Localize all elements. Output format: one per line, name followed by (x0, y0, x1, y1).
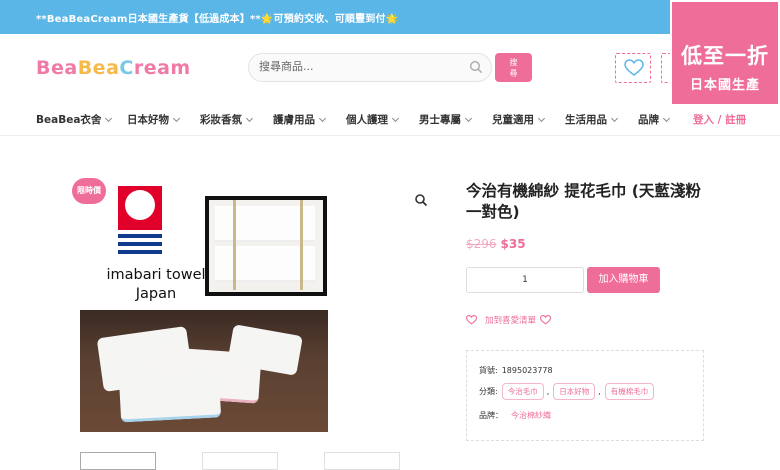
sku-value: 1895023778 (501, 366, 553, 375)
zoom-icon[interactable] (414, 193, 428, 207)
nav-item-beabea[interactable]: BeaBea衣舍 (36, 112, 113, 127)
nav-item-men[interactable]: 男士專屬 (419, 112, 473, 127)
promo-badge: 低至一折 日本國生產 (670, 0, 780, 106)
nav-item-kids[interactable]: 兒童適用 (492, 112, 546, 127)
imabari-logo-square (118, 186, 162, 230)
chevron-down-icon (610, 114, 619, 123)
brand-row: 品牌： 今治棉紗織 (479, 410, 551, 421)
sku-row: 貨號: 1895023778 (479, 366, 553, 375)
nav-item-skincare[interactable]: 護膚用品 (273, 112, 327, 127)
search-button[interactable]: 搜 尋 (495, 53, 532, 82)
thumbnail-3[interactable] (324, 452, 400, 470)
chevron-down-icon (662, 114, 671, 123)
category-row: 分類: 今治毛巾, 日本好物, 有機棉毛巾 (479, 383, 691, 400)
add-to-cart-button[interactable]: 加入購物車 (587, 267, 660, 293)
chevron-down-icon (318, 114, 327, 123)
category-tag[interactable]: 今治毛巾 (501, 383, 544, 400)
heart-icon (624, 59, 644, 76)
thumbnail-2[interactable] (202, 452, 278, 470)
imabari-logo-stripes (118, 234, 162, 258)
nav-item-living[interactable]: 生活用品 (565, 112, 619, 127)
chevron-down-icon (245, 114, 254, 123)
top-announcement-bar: **BeaBeaCream日本國生產貨【低過成本】**🌟可預約交收、可順豐到付🌟… (0, 0, 780, 34)
login-register-link[interactable]: 登入 / 註冊 (693, 112, 746, 127)
heart-icon (540, 315, 552, 325)
sale-badge: 限時價 (72, 178, 106, 204)
quantity-input[interactable]: 1 (466, 267, 584, 293)
nav-item-japan-goods[interactable]: 日本好物 (127, 112, 181, 127)
site-logo[interactable]: BeaBeaCream (36, 57, 191, 79)
product-price: $296 $35 (466, 237, 526, 251)
site-header: BeaBeaCream 搜 尋 (0, 34, 780, 100)
chevron-down-icon (537, 114, 546, 123)
sale-price: $35 (500, 237, 526, 251)
imabari-brand-text: imabari towel Japan (106, 267, 206, 302)
wishlist-button[interactable] (615, 53, 651, 83)
thumbnail-1[interactable] (80, 452, 156, 470)
search-input[interactable] (259, 60, 459, 73)
promo-badge-line1: 低至一折 (681, 44, 769, 68)
thumbnail-strip (80, 452, 410, 470)
towel-photo (80, 310, 328, 432)
nav-item-brands[interactable]: 品牌 (638, 112, 671, 127)
category-tag[interactable]: 有機棉毛巾 (604, 383, 655, 400)
product-meta: 貨號: 1895023778 分類: 今治毛巾, 日本好物, 有機棉毛巾 品牌：今… (466, 350, 704, 441)
chevron-down-icon (172, 114, 181, 123)
nav-item-personal-care[interactable]: 個人護理 (346, 112, 400, 127)
add-to-wishlist-link[interactable]: 加到喜愛清單 (466, 314, 552, 326)
heart-icon (466, 315, 477, 325)
chevron-down-icon (391, 114, 400, 123)
search-icon[interactable] (469, 60, 483, 74)
chevron-down-icon (105, 114, 113, 123)
category-tag[interactable]: 日本好物 (553, 383, 596, 400)
product-title: 今治有機綿紗 提花毛巾 (天藍淺粉一對色) (466, 182, 701, 221)
promo-text: **BeaBeaCream日本國生產貨【低過成本】**🌟可預約交收、可順豐到付🌟 (36, 14, 399, 25)
nav-item-makeup[interactable]: 彩妝香氛 (200, 112, 254, 127)
search-box (248, 53, 492, 82)
chevron-down-icon (464, 114, 473, 123)
original-price: $296 (466, 237, 497, 251)
promo-badge-line2: 日本國生產 (689, 78, 760, 93)
brand-link[interactable]: 今治棉紗織 (511, 410, 551, 421)
main-navigation: BeaBea衣舍 日本好物 彩妝香氛 護膚用品 個人護理 男士專屬 兒童適用 生… (0, 100, 780, 136)
gift-box-image (205, 196, 327, 296)
